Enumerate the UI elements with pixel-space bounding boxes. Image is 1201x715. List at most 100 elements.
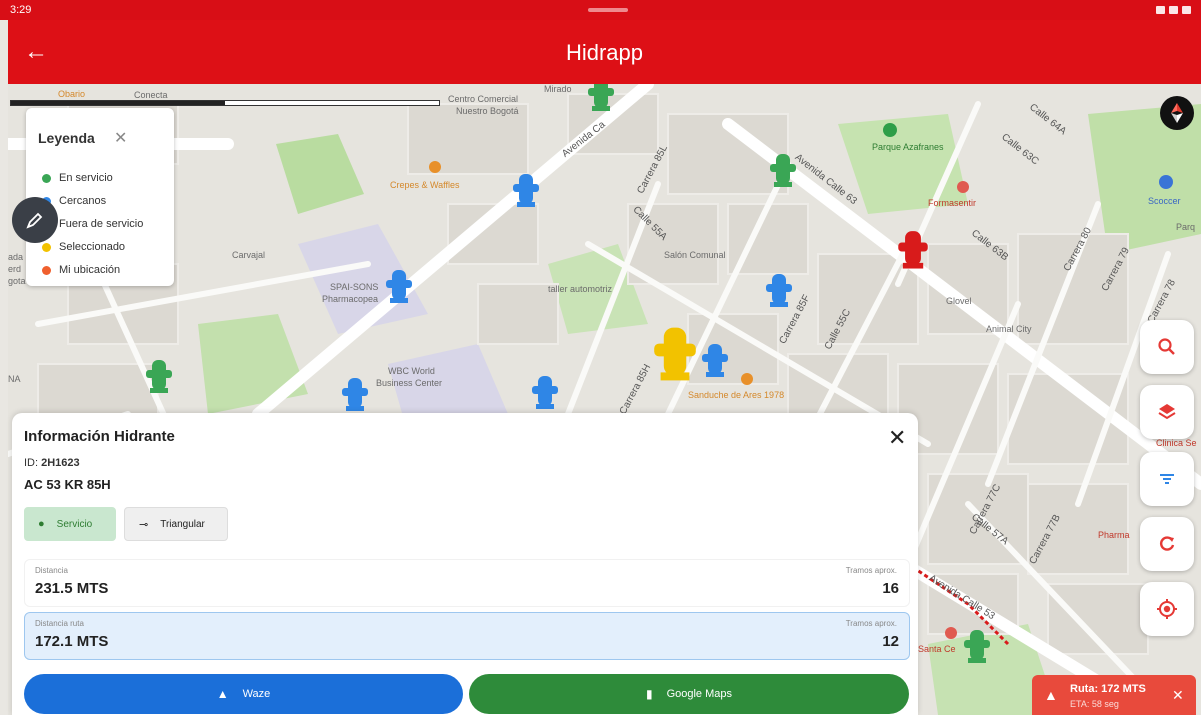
hydrant-address: AC 53 KR 85H: [24, 477, 111, 492]
clinic-pin-icon: [945, 627, 957, 639]
panel-title: Información Hidrante: [24, 428, 175, 445]
hydrant-blue-marker[interactable]: [764, 268, 794, 308]
map-label: Carvajal: [232, 250, 266, 260]
map-label: Pharma: [1098, 530, 1130, 540]
legend-item-label: Mi ubicación: [59, 264, 121, 276]
layers-icon: [1158, 404, 1176, 420]
map-label: SPAI-SONS: [330, 282, 379, 292]
map-label: Salón Comunal: [664, 250, 726, 260]
search-icon: [1158, 338, 1175, 355]
signal-icon: [1156, 6, 1165, 14]
park-pin-icon: [883, 123, 897, 137]
edit-route-button[interactable]: [12, 197, 58, 243]
search-button[interactable]: [1140, 320, 1194, 374]
hydrant-green-marker[interactable]: [144, 354, 174, 394]
map-label: erd: [8, 264, 22, 274]
legend-item: En servicio: [42, 172, 113, 184]
legend-close-icon[interactable]: ✕: [114, 128, 127, 148]
hydrant-info-panel: Información Hidrante ✕ ID: 2H1623 AC 53 …: [12, 413, 918, 715]
refresh-icon: [1160, 536, 1175, 551]
hydrant-blue-marker[interactable]: [700, 338, 730, 378]
shield-icon: ●: [38, 518, 45, 530]
legend-item-label: Cercanos: [59, 195, 107, 207]
map-label: Parq: [1176, 222, 1196, 232]
map-label: Pharmacopea: [322, 294, 379, 304]
route-tramos-value: 12: [882, 633, 899, 650]
hydrant-blue-marker[interactable]: [530, 370, 560, 410]
id-value: 2H1623: [41, 457, 80, 469]
filter-button[interactable]: [1140, 452, 1194, 506]
map-label: Formasentir: [928, 198, 977, 208]
navigation-arrow-icon: ▲: [1044, 687, 1058, 703]
waze-button[interactable]: ▲ Waze: [24, 674, 463, 714]
gmaps-label: Google Maps: [666, 688, 733, 700]
layers-button[interactable]: [1140, 385, 1194, 439]
status-bar: 3:29: [0, 0, 1201, 20]
status-time: 3:29: [10, 4, 32, 16]
app-window: 3:29 ← Hidrapp Obario Conecta Centro Com…: [0, 0, 1201, 715]
hydrant-green-marker[interactable]: [586, 84, 616, 112]
tramos-value: 16: [882, 580, 899, 597]
hydrant-blue-marker[interactable]: [340, 372, 370, 412]
chip-label: Triangular: [160, 518, 205, 530]
legend-panel: Leyenda ✕ En servicio Cercanos Fuera de …: [26, 108, 174, 286]
triangular-chip[interactable]: ⊸ Triangular: [124, 507, 228, 541]
hydrant-blue-marker[interactable]: [384, 264, 414, 304]
hydrant-blue-marker[interactable]: [511, 168, 541, 208]
map-label: Business Center: [376, 378, 443, 388]
route-title: Ruta: 172 MTS: [1070, 683, 1146, 695]
route-distance-label: Distancia ruta: [35, 619, 84, 628]
map-label: Santa Ce: [918, 644, 956, 654]
pharmacy-pin-icon: [957, 181, 969, 193]
pencil-icon: [26, 212, 43, 229]
compass-button[interactable]: [1160, 96, 1194, 130]
hydrant-green-marker[interactable]: [768, 148, 798, 188]
sport-pin-icon: [1159, 175, 1173, 189]
hydrant-red-marker[interactable]: [896, 224, 930, 270]
close-icon[interactable]: ✕: [888, 425, 906, 451]
navigation-arrow-icon: ▲: [216, 687, 229, 701]
tramos-label: Tramos aprox.: [845, 566, 897, 575]
restaurant-pin-icon: [741, 373, 753, 385]
hydrant-green-marker[interactable]: [962, 624, 992, 664]
legend-item-label: En servicio: [59, 172, 113, 184]
map-label: Clinica Se: [1156, 438, 1197, 448]
distance-label: Distancia: [35, 566, 68, 575]
hydrant-selected-marker[interactable]: [648, 318, 702, 382]
map-label: WBC World: [388, 366, 435, 376]
id-label: ID:: [24, 457, 39, 469]
map-label: Parque Azafranes: [872, 142, 944, 152]
legend-item: Seleccionado: [42, 241, 125, 253]
route-eta: ETA: 58 seg: [1070, 699, 1119, 709]
legend-dot-yellow: [42, 242, 51, 252]
legend-item: Mi ubicación: [42, 264, 120, 276]
map-label: taller automotriz: [548, 284, 613, 294]
chip-label: Servicio: [56, 518, 93, 530]
poi-icon: [429, 161, 441, 173]
status-icons: [1156, 6, 1191, 14]
map-label: Conecta: [134, 90, 168, 100]
map-label: ada: [8, 252, 24, 262]
legend-item-label: Fuera de servicio: [59, 218, 144, 230]
key-icon: ⊸: [139, 518, 149, 531]
route-summary[interactable]: ▲ Ruta: 172 MTS ETA: 58 seg ✕: [1032, 675, 1196, 715]
servicio-chip[interactable]: ● Servicio: [24, 507, 116, 541]
app-bar: ← Hidrapp: [8, 20, 1201, 84]
google-maps-button[interactable]: ▮ Google Maps: [469, 674, 909, 714]
app-title: Hidrapp: [565, 40, 644, 65]
battery-icon: [1182, 6, 1191, 14]
my-location-button[interactable]: [1140, 582, 1194, 636]
drag-handle: [588, 8, 628, 12]
map-label: Sanduche de Ares 1978: [688, 390, 785, 400]
map-label: NA: [8, 374, 21, 384]
legend-dot-orange: [42, 265, 51, 275]
map-icon: ▮: [645, 687, 653, 701]
compass-icon: [1171, 103, 1183, 123]
refresh-button[interactable]: [1140, 517, 1194, 571]
crosshair-icon: [1157, 599, 1177, 619]
map-label: Nuestro Bogotá: [456, 106, 519, 116]
map-label: Crepes & Waffles: [390, 180, 460, 190]
route-close-icon[interactable]: ✕: [1172, 687, 1184, 704]
legend-item-label: Seleccionado: [59, 241, 126, 253]
map-label: Animal City: [986, 324, 1032, 334]
